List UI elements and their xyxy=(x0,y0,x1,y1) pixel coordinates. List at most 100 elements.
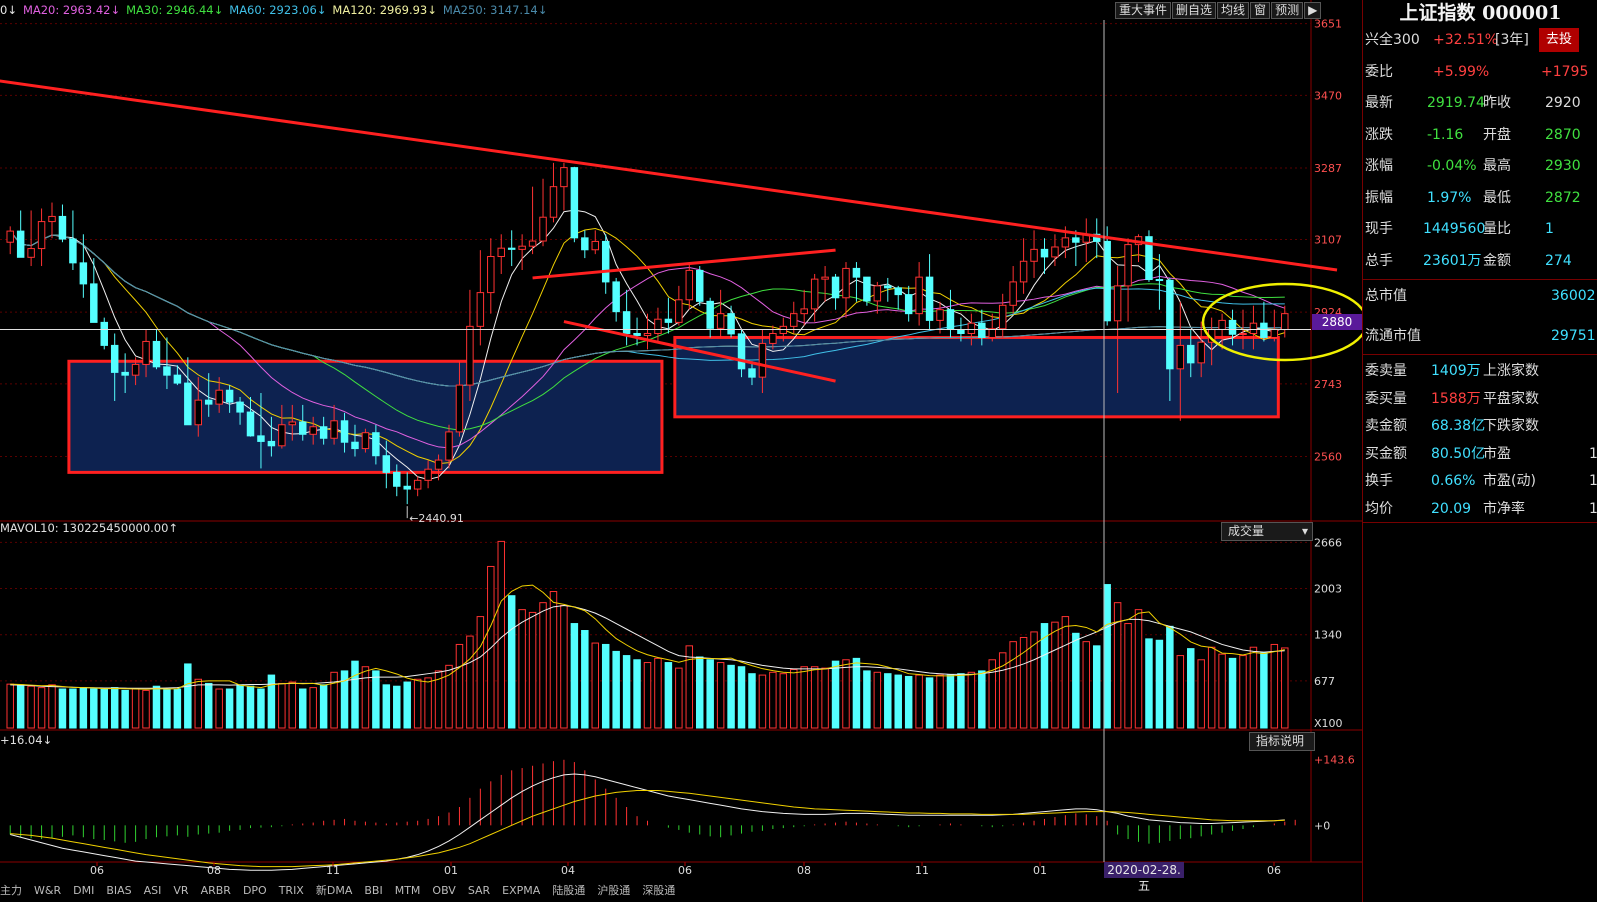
indicator-tab[interactable]: 深股通 xyxy=(642,884,675,897)
current-price-tag: 2880 xyxy=(1312,314,1362,330)
order-label: 平盘家数 xyxy=(1483,390,1539,407)
candle-body xyxy=(507,247,516,250)
volume-bar xyxy=(90,688,98,729)
indicator-help-button[interactable]: 指标说明 xyxy=(1249,732,1315,751)
x-tick-label: 11 xyxy=(326,864,340,877)
quote-label: 最低 xyxy=(1483,189,1511,206)
indicator-tab[interactable]: 主力 xyxy=(0,884,22,897)
chart-stage[interactable]: 3651347032873107292427432560266620031340… xyxy=(0,0,1597,902)
indicator-tab[interactable]: DPO xyxy=(243,884,267,897)
quote-value: 2930 xyxy=(1545,158,1581,174)
ma-legend-item: 0↓ xyxy=(0,3,17,17)
volume-bar xyxy=(1145,638,1153,729)
quote-label: 振幅 xyxy=(1365,189,1393,206)
volume-indicator-label: MAVOL10: 130225450000.00↑ xyxy=(0,521,179,535)
candle xyxy=(998,293,1007,338)
candle xyxy=(1082,218,1091,263)
candle-body xyxy=(946,309,955,331)
downtrend-line xyxy=(0,79,1338,272)
volume-bar xyxy=(528,611,537,729)
volume-bar xyxy=(131,688,140,729)
indicator-tab[interactable]: OBV xyxy=(432,884,455,897)
candle-body xyxy=(727,313,735,335)
quote-label: 现手 xyxy=(1365,221,1393,237)
candle-body xyxy=(1019,260,1028,283)
volume-bar xyxy=(591,642,600,729)
candle-body xyxy=(518,245,526,250)
toolbar-button[interactable]: 均线 xyxy=(1217,2,1250,19)
volume-bar xyxy=(372,670,380,729)
volume-bar xyxy=(539,602,547,729)
candle xyxy=(904,285,913,322)
mktcap-row: 总市值 36002 xyxy=(1365,282,1597,310)
macd-indicator-label: +16.04↓ xyxy=(0,733,53,747)
candle-body xyxy=(142,340,150,365)
indicator-tab[interactable]: BBI xyxy=(364,884,382,897)
candle-body xyxy=(6,230,14,243)
volume-bar xyxy=(215,688,223,729)
candle-body xyxy=(1155,279,1164,282)
candle xyxy=(6,226,14,255)
order-value: 20.09 xyxy=(1431,500,1472,517)
candle xyxy=(821,266,829,302)
indicator-tab[interactable]: W&R xyxy=(34,884,61,897)
candle xyxy=(581,230,589,259)
candle xyxy=(894,285,902,310)
volume-bar xyxy=(1124,623,1132,729)
indicator-tab[interactable]: BIAS xyxy=(106,884,131,897)
indicator-tab[interactable]: SAR xyxy=(468,884,490,897)
y-tick-label: 2743 xyxy=(1314,378,1342,391)
indicator-tab[interactable]: TRIX xyxy=(279,884,304,897)
volume-bar xyxy=(16,684,25,729)
candle-body xyxy=(48,215,56,223)
volume-bar xyxy=(48,684,56,729)
quote-label: 昨收 xyxy=(1483,95,1511,111)
mktcap-value: 36002 xyxy=(1551,288,1596,304)
indicator-tab[interactable]: 陆股通 xyxy=(552,884,585,897)
toolbar-button[interactable]: 预测 xyxy=(1271,2,1304,19)
toolbar-button[interactable]: 删自选 xyxy=(1172,2,1217,19)
fund-period: [3年] xyxy=(1495,32,1529,48)
weibi-row: 委比 +5.99% +1795 xyxy=(1365,58,1597,86)
candle-body xyxy=(257,435,265,442)
order-value: 1409万 xyxy=(1431,363,1481,379)
indicator-tab[interactable]: MTM xyxy=(395,884,421,897)
toolbar-button[interactable]: 重大事件 xyxy=(1115,2,1172,19)
candle-body xyxy=(706,300,714,329)
volume-select-button[interactable]: 成交量 ▾ xyxy=(1221,522,1313,541)
invest-button[interactable]: 去投 xyxy=(1539,28,1579,52)
volume-bar xyxy=(884,673,892,729)
volume-bar xyxy=(518,609,526,729)
indicator-tab[interactable]: EXPMA xyxy=(502,884,540,897)
indicator-tab[interactable]: DMI xyxy=(73,884,94,897)
order-label: 市盈 xyxy=(1483,445,1511,462)
candle-body xyxy=(131,363,140,376)
indicator-tab[interactable]: VR xyxy=(173,884,188,897)
candle xyxy=(1124,238,1132,322)
x-tick-label: 08 xyxy=(797,864,811,877)
candle-body xyxy=(476,292,485,327)
candle-body xyxy=(978,322,986,338)
volume-bar xyxy=(957,673,965,729)
indicator-tab[interactable]: ASI xyxy=(144,884,162,897)
indicator-tab[interactable]: 沪股通 xyxy=(597,884,630,897)
toolbar-button[interactable]: 窗 xyxy=(1250,2,1271,19)
toolbar-button[interactable]: ▶ xyxy=(1304,2,1322,19)
candle-body xyxy=(361,432,370,450)
volume-bar xyxy=(779,673,788,729)
volume-bar xyxy=(831,660,840,729)
volume-bar xyxy=(1249,646,1258,729)
x-tick-label: 11 xyxy=(915,864,929,877)
candle-body xyxy=(1260,322,1268,338)
volume-bar xyxy=(507,595,516,729)
volume-bar xyxy=(873,671,882,729)
quote-row: 最新 2919.74 昨收 2920 xyxy=(1365,89,1597,117)
quote-value: 23601万 xyxy=(1423,252,1482,269)
candle xyxy=(1260,301,1268,342)
candle xyxy=(403,472,411,505)
y-tick-label: 3107 xyxy=(1314,233,1342,246)
indicator-tab[interactable]: 新DMA xyxy=(316,884,353,897)
candle-body xyxy=(852,267,861,278)
y-tick-label: 2560 xyxy=(1314,451,1342,464)
indicator-tab[interactable]: ARBR xyxy=(201,884,231,897)
